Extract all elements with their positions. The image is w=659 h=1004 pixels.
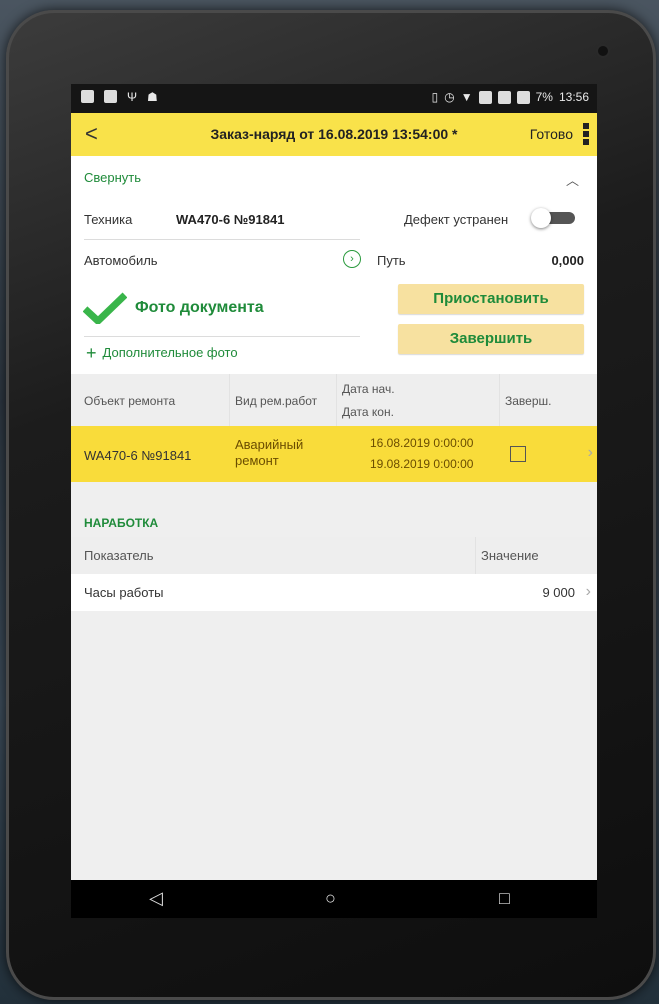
document-photo-link[interactable]: Фото документа (83, 292, 264, 324)
indicator-value: 9 000 (542, 585, 575, 600)
divider (84, 336, 360, 337)
column-header-date-start[interactable]: Дата нач. (342, 382, 395, 396)
nav-back-icon[interactable]: ◁ (149, 888, 163, 909)
divider (475, 537, 476, 574)
divider (336, 374, 337, 426)
repair-table-header: Объект ремонта Вид рем.работ Дата нач. Д… (71, 374, 597, 426)
divider (229, 374, 230, 426)
car-label: Автомобиль (84, 253, 158, 268)
row-work-type-line2: ремонт (235, 453, 279, 468)
row-date-start: 16.08.2019 0:00:00 (370, 436, 474, 450)
app-screen: Ψ ☗ ▯ ◷ ▼ 7% 13:56 < Заказ-наряд от 16.0… (71, 84, 597, 918)
vibrate-icon: ▯ (431, 90, 439, 104)
usb-icon: Ψ (127, 90, 138, 104)
row-work-type-line1: Аварийный (235, 437, 304, 452)
camera-lens (598, 46, 608, 56)
defect-fixed-label: Дефект устранен (404, 212, 509, 227)
defect-fixed-toggle[interactable] (531, 208, 575, 228)
path-value: 0,000 (551, 253, 584, 268)
section-title-operating: НАРАБОТКА (84, 516, 159, 530)
nav-recents-icon[interactable]: □ (499, 888, 510, 909)
column-header-object[interactable]: Объект ремонта (84, 394, 175, 408)
finish-button[interactable]: Завершить (398, 324, 584, 354)
android-nav-bar: ◁ ○ □ (71, 880, 597, 918)
row-object: WA470-6 №91841 (84, 448, 192, 463)
column-header-completed[interactable]: Заверш. (505, 394, 551, 408)
document-photo-label: Фото документа (135, 299, 264, 316)
add-photo-link[interactable]: + Дополнительное фото (86, 342, 238, 363)
app-title-bar: < Заказ-наряд от 16.08.2019 13:54:00 * Г… (71, 113, 597, 156)
column-header-work-type[interactable]: Вид рем.работ (235, 394, 317, 408)
plus-icon: + (86, 342, 97, 363)
path-label: Путь (377, 253, 406, 268)
operating-table-header: Показатель Значение (71, 537, 597, 574)
signal-icon (478, 90, 492, 104)
chevron-right-circle-icon[interactable]: › (343, 250, 361, 268)
completed-checkbox[interactable] (510, 446, 526, 462)
collapse-link[interactable]: Свернуть (84, 170, 141, 185)
checkmark-icon (83, 292, 127, 324)
battery-percent: 7% (535, 90, 553, 104)
row-date-end: 19.08.2019 0:00:00 (370, 457, 474, 471)
done-button[interactable]: Готово (530, 126, 573, 142)
pause-button[interactable]: Приостановить (398, 284, 584, 314)
wifi-icon: ▼ (460, 90, 473, 104)
indicator-name: Часы работы (84, 585, 164, 600)
gallery-icon (104, 90, 117, 103)
equipment-value[interactable]: WA470-6 №91841 (176, 212, 284, 227)
chevron-right-icon: › (587, 444, 593, 461)
list-item[interactable]: Часы работы 9 000 › (71, 574, 597, 611)
alarm-icon: ◷ (444, 90, 455, 104)
equipment-label: Техника (84, 212, 133, 227)
battery-icon (516, 90, 530, 104)
more-menu-icon[interactable] (583, 123, 589, 145)
android-debug-icon: ☗ (147, 90, 158, 104)
toggle-knob (531, 208, 551, 228)
divider (84, 239, 360, 240)
add-photo-label: Дополнительное фото (102, 345, 238, 360)
order-header-panel: Свернуть ︿ Техника WA470-6 №91841 Дефект… (71, 156, 597, 374)
signal-icon (497, 90, 511, 104)
column-header-indicator[interactable]: Показатель (84, 548, 154, 563)
nav-home-icon[interactable]: ○ (325, 888, 336, 909)
notification-icon (81, 90, 94, 103)
clock: 13:56 (558, 90, 589, 104)
chevron-up-icon[interactable]: ︿ (566, 170, 579, 189)
divider (499, 374, 500, 426)
page-title: Заказ-наряд от 16.08.2019 13:54:00 * (210, 126, 458, 142)
column-header-date-end[interactable]: Дата кон. (342, 405, 394, 419)
table-row[interactable]: WA470-6 №91841 Аварийный ремонт 16.08.20… (71, 426, 597, 482)
chevron-right-icon: › (585, 583, 591, 600)
status-bar: Ψ ☗ ▯ ◷ ▼ 7% 13:56 (71, 84, 597, 113)
column-header-value[interactable]: Значение (481, 548, 539, 563)
